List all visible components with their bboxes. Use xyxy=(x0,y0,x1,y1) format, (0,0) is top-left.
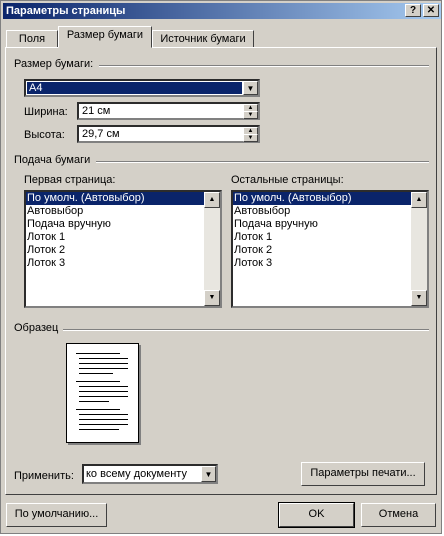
title-bar: Параметры страницы xyxy=(3,3,441,19)
width-field[interactable]: 21 см ▲ ▼ xyxy=(77,102,260,120)
help-icon: ? xyxy=(409,5,417,16)
list-item[interactable]: Подача вручную xyxy=(233,218,427,231)
scroll-up-icon[interactable]: ▲ xyxy=(204,192,220,208)
list-item[interactable]: Лоток 1 xyxy=(233,231,427,244)
preview-line xyxy=(79,429,119,430)
list-item[interactable]: Лоток 2 xyxy=(26,244,220,257)
close-icon: ✕ xyxy=(426,5,436,16)
scrollbar[interactable]: ▲ ▼ xyxy=(204,192,220,306)
preview-line xyxy=(79,358,128,359)
default-button[interactable]: По умолчанию... xyxy=(6,503,107,527)
scrollbar[interactable]: ▲ ▼ xyxy=(411,192,427,306)
divider xyxy=(63,329,429,331)
chevron-down-icon[interactable]: ▼ xyxy=(201,466,216,482)
preview-line xyxy=(76,381,120,382)
preview-line xyxy=(79,386,128,387)
preview-line xyxy=(79,363,128,364)
tab-label: Источник бумаги xyxy=(160,33,246,45)
preview-line xyxy=(79,424,128,425)
list-item[interactable]: Лоток 2 xyxy=(233,244,427,257)
height-field[interactable]: 29,7 см ▲ ▼ xyxy=(77,125,260,143)
close-button[interactable]: ✕ xyxy=(423,4,439,17)
list-item[interactable]: Автовыбор xyxy=(233,205,427,218)
print-options-button[interactable]: Параметры печати... xyxy=(301,462,425,486)
list-item[interactable]: Подача вручную xyxy=(26,218,220,231)
paper-size-group-label: Размер бумаги: xyxy=(14,58,94,70)
page-setup-dialog: Параметры страницы ? ✕ Поля Размер бумаг… xyxy=(0,0,442,534)
tab-paper-size[interactable]: Размер бумаги xyxy=(58,26,152,48)
preview-line xyxy=(76,409,120,410)
list-item[interactable]: По умолч. (Автовыбор) xyxy=(26,192,220,205)
preview-line xyxy=(79,396,128,397)
cancel-button[interactable]: Отмена xyxy=(361,503,436,527)
tab-label: Поля xyxy=(18,33,46,45)
tab-label: Размер бумаги xyxy=(66,29,144,41)
other-pages-list[interactable]: По умолч. (Автовыбор) Автовыбор Подача в… xyxy=(231,190,429,308)
preview-group-label: Образец xyxy=(14,322,59,334)
preview-line xyxy=(79,368,128,369)
spin-down-icon[interactable]: ▼ xyxy=(243,134,258,142)
divider xyxy=(99,65,429,67)
height-value: 29,7 см xyxy=(82,128,120,140)
preview-line xyxy=(79,391,128,392)
preview-line xyxy=(79,401,109,402)
dialog-title: Параметры страницы xyxy=(6,5,126,17)
preview-line xyxy=(79,373,113,374)
page-preview xyxy=(66,343,139,443)
list-item[interactable]: Автовыбор xyxy=(26,205,220,218)
width-value: 21 см xyxy=(82,105,111,117)
scroll-up-icon[interactable]: ▲ xyxy=(411,192,427,208)
spin-down-icon[interactable]: ▼ xyxy=(243,111,258,119)
scroll-down-icon[interactable]: ▼ xyxy=(411,290,427,306)
preview-line xyxy=(79,414,128,415)
first-page-label: Первая страница: xyxy=(24,174,116,186)
apply-label: Применить: xyxy=(14,470,74,482)
preview-line xyxy=(76,353,120,354)
list-item[interactable]: По умолч. (Автовыбор) xyxy=(233,192,427,205)
ok-button[interactable]: OK xyxy=(278,502,355,528)
paper-size-select[interactable]: A4 ▼ xyxy=(24,79,260,97)
height-label: Высота: xyxy=(24,129,65,141)
preview-line xyxy=(79,419,128,420)
paper-size-value: A4 xyxy=(27,82,242,94)
chevron-down-icon[interactable]: ▼ xyxy=(243,81,258,95)
width-label: Ширина: xyxy=(24,106,68,118)
other-pages-label: Остальные страницы: xyxy=(231,174,344,186)
apply-select[interactable]: ко всему документу ▼ xyxy=(82,464,218,484)
list-item[interactable]: Лоток 3 xyxy=(233,257,427,270)
list-item[interactable]: Лоток 1 xyxy=(26,231,220,244)
apply-value: ко всему документу xyxy=(86,468,187,480)
help-button[interactable]: ? xyxy=(405,4,421,17)
first-page-list[interactable]: По умолч. (Автовыбор) Автовыбор Подача в… xyxy=(24,190,222,308)
list-item[interactable]: Лоток 3 xyxy=(26,257,220,270)
scroll-down-icon[interactable]: ▼ xyxy=(204,290,220,306)
divider xyxy=(96,161,429,163)
paper-source-group-label: Подача бумаги xyxy=(14,154,91,166)
